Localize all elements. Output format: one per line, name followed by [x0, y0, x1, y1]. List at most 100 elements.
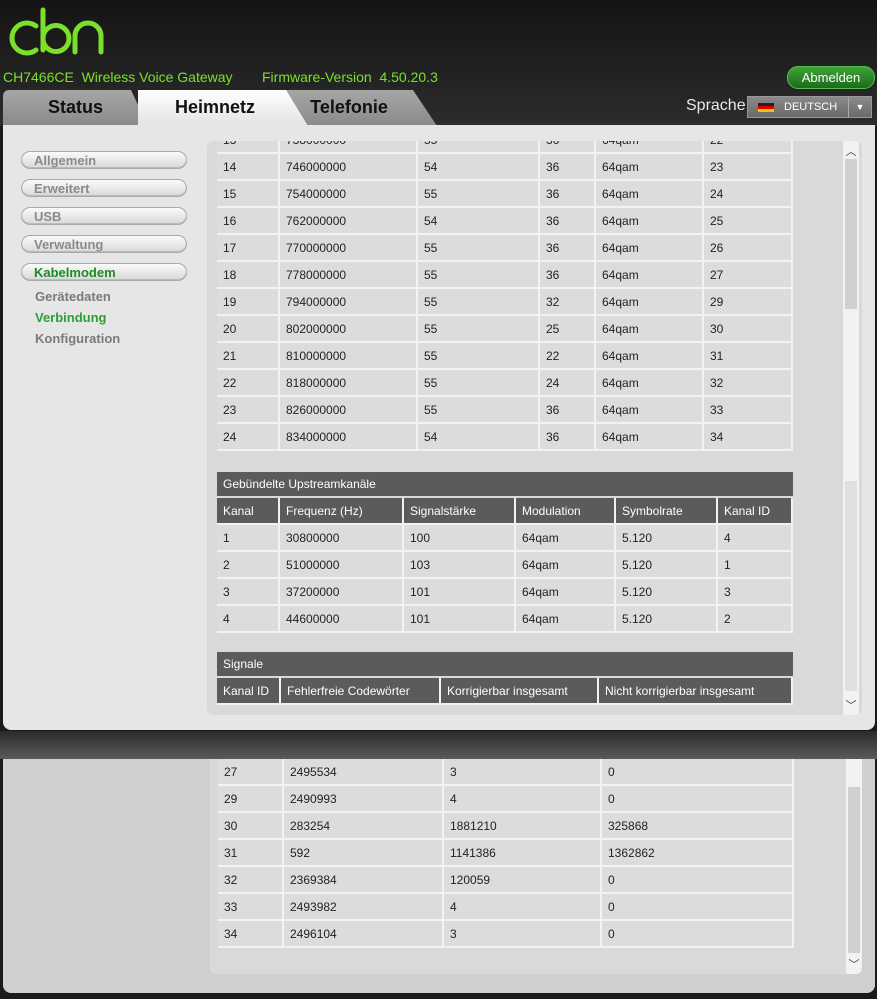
sidebar-subitem-geraetedaten[interactable]: Gerätedaten	[35, 289, 111, 304]
table-cell: 738000000	[280, 141, 418, 154]
tab-heimnetz[interactable]: Heimnetz	[138, 90, 308, 126]
table-cell: 29	[704, 289, 793, 316]
upstream-row: 1 30800000 100 64qam 5.120 4	[217, 525, 793, 552]
table-cell: 794000000	[280, 289, 418, 316]
signals-scrollbar[interactable]: ﹀	[846, 759, 862, 974]
upstream-row: 2 51000000 103 64qam 5.120 1	[217, 552, 793, 579]
table-cell: 4	[444, 786, 602, 813]
sidebar-subitem-verbindung[interactable]: Verbindung	[35, 310, 107, 325]
table-cell: 101	[404, 606, 516, 633]
table-cell: 778000000	[280, 262, 418, 289]
table-header-row: Kanal ID Fehlerfreie Codewörter Korrigierb…	[217, 678, 793, 705]
table-cell: 36	[540, 235, 596, 262]
upstream-row: 3 37200000 101 64qam 5.120 3	[217, 579, 793, 606]
signals-table-header: Kanal ID Fehlerfreie Codewörter Korrigierb…	[217, 678, 793, 705]
table-cell: 4	[217, 606, 280, 633]
table-cell: 64qam	[516, 525, 616, 552]
signal-row: 32 2369384 120059 0	[218, 867, 794, 894]
table-cell: 36	[540, 397, 596, 424]
table-cell: 64qam	[596, 141, 704, 154]
column-header: Symbolrate	[616, 498, 718, 525]
firmware-version: Firmware-Version 4.50.20.3	[262, 69, 438, 85]
table-cell: 55	[418, 289, 540, 316]
signal-row: 33 2493982 4 0	[218, 894, 794, 921]
downstream-row: 21 810000000 55 22 64qam 31	[217, 343, 793, 370]
table-cell: 4	[718, 525, 793, 552]
table-cell: 18	[217, 262, 280, 289]
table-cell: 36	[540, 181, 596, 208]
tab-status[interactable]: Status	[3, 90, 148, 126]
table-header-row: Kanal Frequenz (Hz) Signalstärke Modulation…	[217, 498, 793, 525]
column-header: Nicht korrigierbar insgesamt	[599, 678, 793, 705]
table-cell: 64qam	[516, 552, 616, 579]
logout-button[interactable]: Abmelden	[787, 66, 875, 89]
scrollbar-thumb[interactable]	[848, 761, 860, 785]
table-cell: 36	[540, 262, 596, 289]
table-cell: 3	[444, 759, 602, 786]
table-cell: 64qam	[596, 262, 704, 289]
table-cell: 13	[217, 141, 280, 154]
table-cell: 64qam	[596, 235, 704, 262]
table-cell: 64qam	[596, 208, 704, 235]
sidebar-item-kabelmodem[interactable]: Kabelmodem	[21, 263, 187, 281]
column-header: Kanal	[217, 498, 280, 525]
table-cell: 64qam	[516, 579, 616, 606]
table-cell: 32	[704, 370, 793, 397]
column-header: Kanal ID	[217, 678, 281, 705]
table-cell: 23	[217, 397, 280, 424]
tab-telefonie[interactable]: Telefonie	[285, 90, 437, 126]
table-cell: 15	[217, 181, 280, 208]
screenshot-divider	[0, 731, 877, 759]
signals-table: 27 2495534 3 0 29 2490993 4 0 30 283254 1881210 325…	[218, 759, 794, 948]
scroll-up-icon[interactable]: ︿	[843, 143, 859, 159]
table-cell: 55	[418, 235, 540, 262]
table-cell: 1362862	[602, 840, 794, 867]
scroll-down-icon[interactable]: ﹀	[843, 697, 859, 713]
downstream-row: 24 834000000 54 36 64qam 34	[217, 424, 793, 451]
signals-title: Signale	[217, 652, 793, 676]
sidebar-item-allgemein[interactable]: Allgemein	[21, 151, 187, 169]
table-cell: 24	[217, 424, 280, 451]
table-cell: 64qam	[596, 397, 704, 424]
table-cell: 55	[418, 370, 540, 397]
table-cell: 24	[540, 370, 596, 397]
downstream-row: 17 770000000 55 36 64qam 26	[217, 235, 793, 262]
table-cell: 101	[404, 579, 516, 606]
table-cell: 44600000	[280, 606, 404, 633]
language-selected: DEUTSCH	[784, 101, 838, 113]
table-cell: 64qam	[596, 343, 704, 370]
table-cell: 0	[602, 786, 794, 813]
table-cell: 54	[418, 154, 540, 181]
table-cell: 23	[704, 154, 793, 181]
scroll-down-icon[interactable]: ﹀	[846, 956, 862, 972]
table-cell: 3	[217, 579, 280, 606]
signals-content: 27 2495534 3 0 29 2490993 4 0 30 283254 1881210 325…	[210, 759, 862, 974]
table-cell: 54	[418, 424, 540, 451]
language-select[interactable]: DEUTSCH ▼	[747, 96, 872, 118]
table-cell: 64qam	[596, 181, 704, 208]
sidebar-subitem-konfiguration[interactable]: Konfiguration	[35, 331, 120, 346]
model-name: CH7466CE Wireless Voice Gateway	[3, 69, 233, 85]
table-cell: 4	[444, 894, 602, 921]
column-header: Kanal ID	[718, 498, 793, 525]
cbn-logo	[6, 6, 106, 63]
upstream-row: 4 44600000 101 64qam 5.120 2	[217, 606, 793, 633]
table-cell: 30	[218, 813, 284, 840]
sidebar-item-verwaltung[interactable]: Verwaltung	[21, 235, 187, 253]
table-cell: 64qam	[596, 424, 704, 451]
table-cell: 51000000	[280, 552, 404, 579]
table-cell: 103	[404, 552, 516, 579]
table-cell: 54	[418, 208, 540, 235]
sidebar-item-usb[interactable]: USB	[21, 207, 187, 225]
signal-row: 27 2495534 3 0	[218, 759, 794, 786]
scrollbar-thumb[interactable]	[845, 159, 857, 309]
connection-content: 13738000000553664qam2214746000000543664q…	[207, 141, 862, 715]
downstream-table: 13738000000553664qam2214746000000543664q…	[217, 141, 793, 451]
table-cell: 283254	[284, 813, 444, 840]
content-scrollbar[interactable]: ︿ ﹀	[843, 141, 859, 715]
table-cell: 64qam	[596, 370, 704, 397]
scrollbar-track-segment	[848, 787, 860, 953]
sidebar-item-erweitert[interactable]: Erweitert	[21, 179, 187, 197]
downstream-row: 20 802000000 55 25 64qam 30	[217, 316, 793, 343]
language-label: Sprache	[686, 97, 746, 114]
